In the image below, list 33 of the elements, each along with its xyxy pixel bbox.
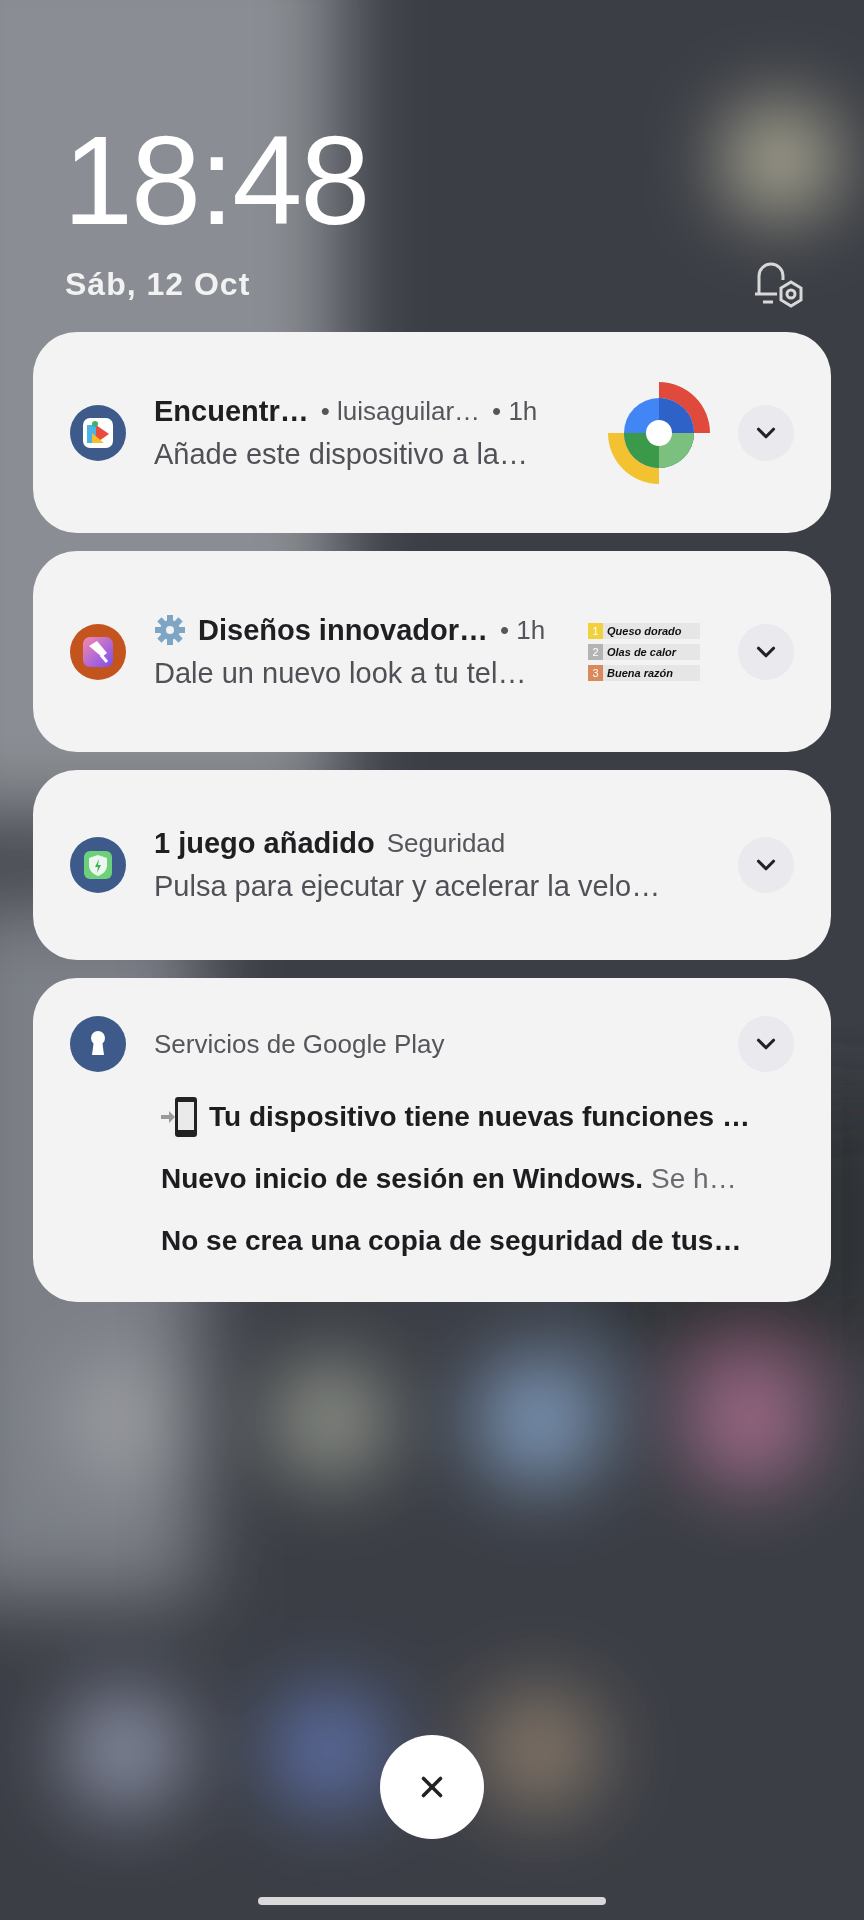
list-label: Queso dorado	[607, 624, 682, 637]
message-title: Tu dispositivo tiene nuevas funciones …	[209, 1101, 750, 1133]
notification-card[interactable]: 1 juego añadido Seguridad Pulsa para ejecutar y acelerar la velo…	[33, 770, 831, 960]
notification-card[interactable]: Diseños innovador… • 1h Dale un nuevo look a tu tel… 1 Queso dorado 2 Olas de calor 3 Buena razón	[33, 551, 831, 752]
gear-icon	[154, 614, 186, 646]
notification-text: Pulsa para ejecutar y acelerar la velo…	[154, 870, 662, 903]
message-preview: Se h…	[651, 1163, 737, 1195]
keyhole-icon	[70, 1016, 126, 1072]
message-title: Nuevo inicio de sesión en Windows.	[161, 1163, 644, 1195]
brush-icon	[70, 623, 126, 680]
clock-time: 18:48	[63, 118, 369, 244]
notification-text: Dale un nuevo look a tu tel…	[154, 656, 528, 690]
account-label: • luisaguilar…	[320, 395, 481, 427]
notification-card[interactable]: Encuentr… • luisaguilar… • 1h Añade este dispositivo a la…	[33, 332, 831, 533]
pinwheel-icon	[608, 381, 710, 484]
date-label: Sáb, 12 Oct	[65, 265, 251, 303]
rank-badge: 2	[588, 643, 603, 660]
notification-card[interactable]: Servicios de Google Play Tu dispositivo tiene nuevas funciones … Nuevo inicio de sesión en Windows. Se h… No se crea una copia de seguridad de tus…	[33, 978, 831, 1302]
app-name: Servicios de Google Play	[154, 1028, 446, 1060]
list-label: Buena razón	[607, 666, 673, 679]
list-label: Olas de calor	[607, 645, 677, 658]
notification-text: Añade este dispositivo a la…	[154, 437, 529, 471]
notification-title: Encuentr…	[154, 394, 309, 428]
puzzle-icon	[70, 404, 126, 461]
time-label: • 1h	[492, 395, 538, 427]
time-label: • 1h	[500, 614, 546, 646]
rank-badge: 1	[588, 622, 603, 639]
shield-icon	[70, 837, 126, 893]
rank-badge: 3	[588, 664, 603, 681]
app-name: Seguridad	[386, 828, 506, 859]
notification-title: 1 juego añadido	[154, 827, 375, 860]
notification-title: Diseños innovador…	[198, 613, 489, 647]
message-title: No se crea una copia de seguridad de tus…	[161, 1225, 742, 1257]
